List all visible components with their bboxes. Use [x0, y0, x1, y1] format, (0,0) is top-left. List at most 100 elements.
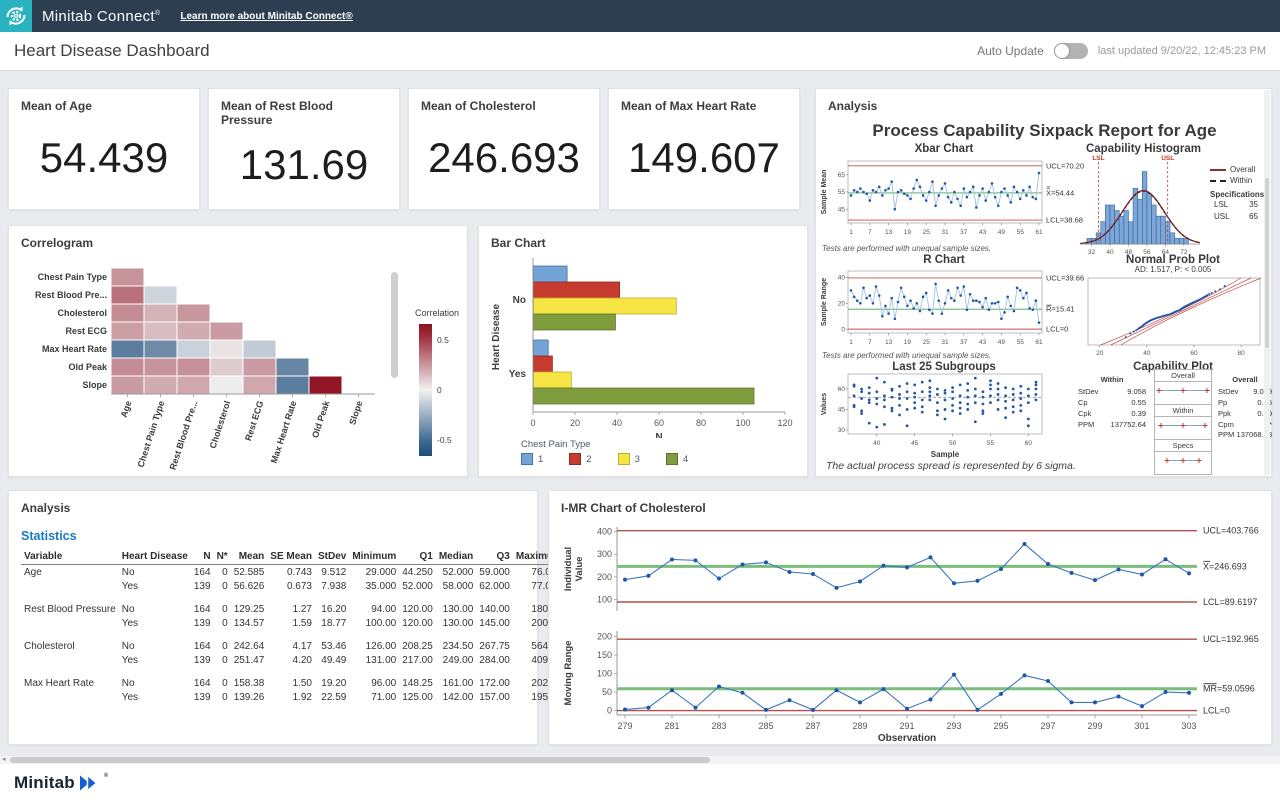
footer-brand: Minitab ®: [14, 773, 109, 793]
bar-chart: Heart DiseaseNoYes020406080100120N: [487, 254, 801, 443]
imr-chart-panel: I-MR Chart of Cholesterol 100200300400UC…: [548, 490, 1272, 745]
auto-update-toggle[interactable]: [1054, 43, 1088, 59]
statistics-heading: Statistics: [9, 515, 537, 547]
svg-text:19: 19: [904, 339, 912, 346]
svg-text:Cholesterol: Cholesterol: [208, 400, 233, 450]
bar-chart-svg: Heart DiseaseNoYes020406080100120N: [487, 254, 801, 438]
stats-row: Yes1390134.571.5918.77100.00120.00130.00…: [21, 616, 565, 630]
svg-text:0: 0: [841, 326, 845, 333]
sixpack-scrollbar[interactable]: [1264, 90, 1270, 475]
svg-text:Rest ECG: Rest ECG: [65, 326, 107, 336]
svg-text:0.5: 0.5: [437, 335, 449, 345]
legend-item-cpt-2: 2: [569, 453, 591, 465]
bar-legend-title: Chest Pain Type: [521, 439, 591, 450]
capability-box-specs: Specs: [1155, 439, 1211, 452]
svg-text:301: 301: [1134, 721, 1149, 731]
svg-text:287: 287: [805, 721, 820, 731]
svg-text:31: 31: [941, 339, 949, 346]
svg-text:LCL=0: LCL=0: [1046, 325, 1068, 334]
footer-registered-mark: ®: [104, 773, 109, 779]
sp-xbar-svg: Sample Mean45556517131925313743495561UCL…: [818, 155, 1088, 243]
learn-more-link[interactable]: Learn more about Minitab Connect®: [180, 11, 352, 22]
within-header: Within: [1078, 375, 1146, 386]
legend-swatch: [521, 453, 533, 465]
svg-text:0: 0: [437, 385, 442, 395]
svg-text:1: 1: [849, 229, 853, 236]
svg-text:61: 61: [1035, 229, 1043, 236]
histogram-legend: Overall Within Specifications LSL35USL65: [1210, 165, 1268, 222]
capability-plot-column: OverallWithinSpecs: [1154, 369, 1212, 475]
svg-text:279: 279: [617, 721, 632, 731]
svg-text:X=54.44: X=54.44: [1046, 188, 1074, 197]
normal-prob-plot-chart: 20406080: [1082, 275, 1268, 366]
svg-text:45: 45: [838, 206, 846, 213]
svg-text:150: 150: [597, 650, 612, 660]
horizontal-scrollbar[interactable]: ◂: [0, 756, 1280, 764]
svg-text:120: 120: [777, 418, 792, 428]
svg-text:Slope: Slope: [82, 380, 107, 390]
stats-row: CholesterolNo1640242.644.1753.46126.0020…: [21, 639, 565, 653]
capability-box-within: Within: [1155, 404, 1211, 417]
panel-title: Analysis: [9, 491, 537, 515]
stats-row: Yes139056.6260.6737.93835.00052.00058.00…: [21, 579, 565, 593]
xbar-chart-title: Xbar Chart: [842, 143, 1046, 155]
normal-prob-plot-svg: 20406080: [1082, 275, 1268, 361]
stats-row: Max Heart RateNo1640158.381.5019.2096.00…: [21, 676, 565, 690]
svg-text:1: 1: [849, 339, 853, 346]
svg-text:Yes: Yes: [509, 369, 527, 380]
svg-text:UCL=192.965: UCL=192.965: [1203, 634, 1259, 644]
scroll-thumb[interactable]: [10, 757, 710, 763]
capability-interval-within: [1155, 417, 1211, 434]
correlogram-svg: Chest Pain TypeRest Blood Pre...Choleste…: [17, 254, 461, 470]
imr-svg: 100200300400UCL=403.766X=246.693LCL=89.6…: [555, 519, 1267, 743]
svg-text:49: 49: [998, 339, 1006, 346]
svg-text:Value: Value: [574, 557, 585, 582]
stats-row: Yes1390251.474.2049.49131.00217.00249.00…: [21, 653, 565, 667]
svg-text:0: 0: [530, 418, 535, 428]
svg-text:60: 60: [654, 418, 664, 428]
svg-text:LCL=0: LCL=0: [1203, 706, 1230, 716]
svg-text:Observation: Observation: [878, 733, 936, 743]
svg-text:100: 100: [597, 669, 612, 679]
scroll-left-arrow[interactable]: ◂: [2, 756, 6, 764]
svg-text:0: 0: [607, 706, 612, 716]
specifications-title: Specifications: [1210, 190, 1268, 199]
last-updated-text: last updated 9/20/22, 12:45:23 PM: [1098, 45, 1266, 57]
sixpack-footnote: The actual process spread is represented…: [826, 460, 1076, 472]
svg-text:R=15.41: R=15.41: [1046, 305, 1075, 314]
kpi-value: 149.607: [609, 107, 799, 209]
minitab-connect-logo-icon[interactable]: [0, 0, 32, 32]
svg-text:Max Heart Rate: Max Heart Rate: [269, 400, 299, 465]
svg-text:55: 55: [838, 189, 846, 196]
svg-text:40: 40: [873, 440, 881, 447]
svg-text:55: 55: [1017, 339, 1025, 346]
r-note: Tests are performed with unequal sample …: [822, 351, 991, 360]
svg-text:291: 291: [899, 721, 914, 731]
correlogram-scroll-thumb[interactable]: [391, 272, 398, 378]
svg-text:289: 289: [852, 721, 867, 731]
scroll-thumb[interactable]: [1265, 178, 1269, 348]
brand-registered-mark: ®: [155, 10, 160, 17]
svg-text:200: 200: [597, 632, 612, 642]
svg-text:55: 55: [987, 440, 995, 447]
svg-text:13: 13: [885, 229, 893, 236]
svg-text:25: 25: [923, 229, 931, 236]
svg-text:Individual: Individual: [563, 547, 574, 591]
bar-chart-legend: 1234: [521, 453, 688, 465]
svg-text:45: 45: [838, 407, 846, 414]
brand-title: Minitab Connect®: [42, 8, 160, 25]
svg-text:37: 37: [960, 339, 968, 346]
sync-gear-icon: [4, 4, 28, 28]
svg-text:Age: Age: [119, 400, 134, 419]
svg-text:60: 60: [1190, 350, 1198, 357]
xbar-chart: Sample Mean45556517131925313743495561UCL…: [818, 155, 1088, 248]
correlogram-panel: Correlogram Chest Pain TypeRest Blood Pr…: [8, 225, 468, 477]
svg-text:Heart Disease: Heart Disease: [491, 303, 502, 370]
svg-text:50: 50: [602, 687, 612, 697]
svg-text:Max Heart Rate: Max Heart Rate: [42, 344, 107, 354]
svg-text:55: 55: [1017, 229, 1025, 236]
svg-text:USL: USL: [1161, 155, 1174, 162]
svg-text:Sample Range: Sample Range: [821, 278, 828, 326]
svg-text:285: 285: [758, 721, 773, 731]
stats-row: Rest Blood PressureNo1640129.251.2716.20…: [21, 602, 565, 616]
